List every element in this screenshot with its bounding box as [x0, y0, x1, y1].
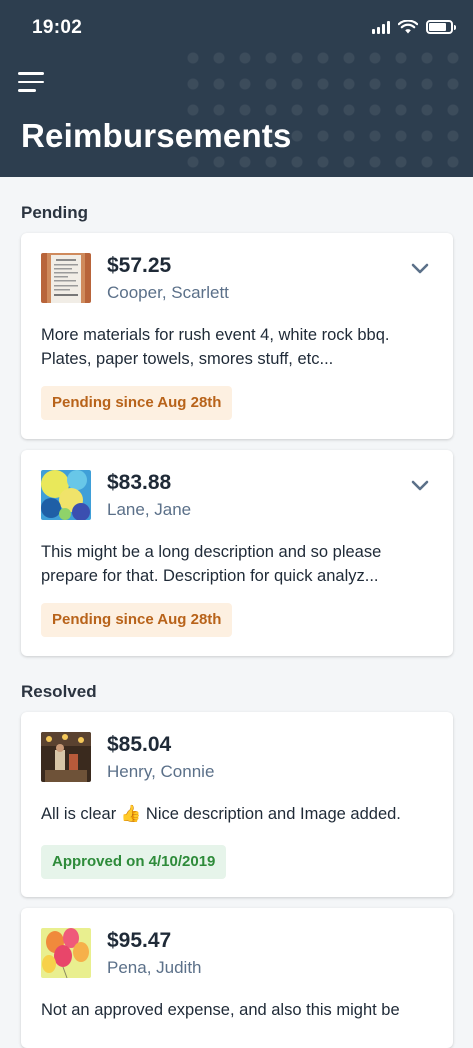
amount: $95.47 — [107, 929, 172, 952]
person-name: Pena, Judith — [107, 958, 202, 977]
reimbursement-card[interactable]: $95.47 Pena, Judith Not an approved expe… — [21, 908, 453, 1048]
chevron-down-icon[interactable] — [411, 480, 429, 492]
header-dot-pattern — [180, 45, 473, 175]
status-badge: Pending since Aug 28th — [41, 603, 233, 637]
abstract-paint-thumbnail[interactable] — [41, 470, 91, 520]
person-name: Henry, Connie — [107, 762, 215, 781]
amount: $85.04 — [107, 733, 172, 756]
description: All is clear 👍 Nice description and Imag… — [41, 805, 401, 823]
description: This might be a long description and so … — [41, 543, 382, 585]
amount: $57.25 — [107, 254, 172, 277]
signal-icon — [372, 20, 390, 34]
status-badge: Approved on 4/10/2019 — [41, 845, 227, 879]
chevron-down-icon[interactable] — [411, 263, 429, 275]
reimbursement-card[interactable]: $57.25 Cooper, Scarlett More materials f… — [21, 233, 453, 439]
person-name: Cooper, Scarlett — [107, 283, 229, 302]
hamburger-menu-icon[interactable] — [18, 72, 44, 94]
section-label-pending: Pending — [21, 203, 89, 222]
description: More materials for rush event 4, white r… — [41, 326, 390, 368]
receipt-thumbnail[interactable] — [41, 253, 91, 303]
restaurant-thumbnail[interactable] — [41, 732, 91, 782]
status-bar: 19:02 — [0, 0, 473, 54]
section-label-resolved: Resolved — [21, 682, 97, 701]
amount: $83.88 — [107, 471, 172, 494]
status-badge: Pending since Aug 28th — [41, 386, 233, 420]
wifi-icon — [398, 20, 418, 34]
description: Not an approved expense, and also this m… — [41, 1001, 400, 1019]
page-title: Reimbursements — [21, 117, 292, 154]
battery-icon — [426, 20, 456, 34]
person-name: Lane, Jane — [107, 500, 192, 519]
status-time: 19:02 — [32, 17, 83, 38]
app-header: 19:02 Reimbursements — [0, 0, 473, 177]
balloons-thumbnail[interactable] — [41, 928, 91, 978]
status-icons — [372, 20, 456, 34]
reimbursement-card[interactable]: $85.04 Henry, Connie All is clear 👍 Nice… — [21, 712, 453, 897]
reimbursement-card[interactable]: $83.88 Lane, Jane This might be a long d… — [21, 450, 453, 656]
